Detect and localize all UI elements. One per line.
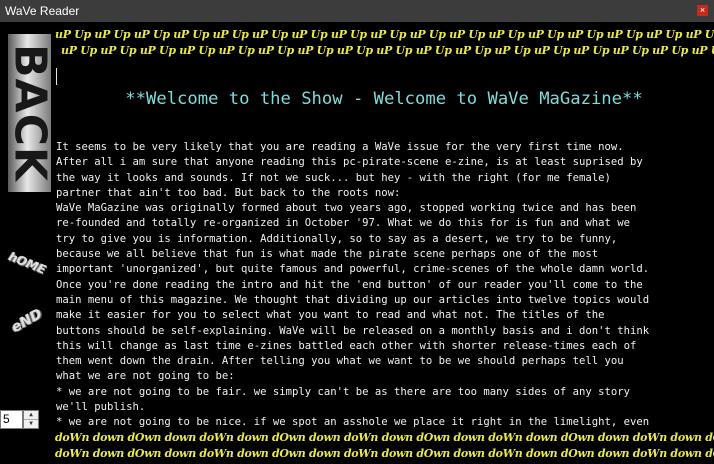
article-line: this will change as last time e-zines ba… — [56, 339, 637, 352]
down-pattern-line: doWn down dOwn down doWn down dOwn down … — [55, 447, 714, 460]
spin-down-icon[interactable]: ▼ — [24, 420, 38, 428]
title-bar: WaVe Reader × — [0, 0, 714, 22]
article-line: main menu of this magazine. We thought t… — [56, 293, 650, 306]
article-line: Once you're done reading the intro and h… — [56, 278, 643, 291]
page-number-input[interactable]: 5 — [0, 410, 23, 429]
article-heading: **Welcome to the Show - Welcome to WaVe … — [125, 89, 643, 109]
article-line: because we all believe that fun is what … — [56, 248, 599, 261]
up-pattern-line: uP Up uP Up uP Up uP Up uP Up uP Up uP U… — [55, 28, 714, 41]
back-button[interactable]: BACK — [4, 34, 55, 192]
article-line: buttons should be self-explaining. WaVe … — [56, 324, 650, 337]
article-line: try to give you is information. Addition… — [56, 232, 618, 245]
navigation-panel: BACK hOME eND — [0, 22, 55, 464]
down-pattern-line: doWn down dOwn down doWn down dOwn down … — [55, 431, 714, 444]
spin-up-icon[interactable]: ▲ — [24, 411, 38, 420]
up-pattern-line: uP Up uP Up uP Up uP Up uP Up uP Up uP U… — [61, 44, 714, 57]
article-line: It seems to be very likely that you are … — [56, 141, 624, 153]
scroll-down-area[interactable]: doWn down dOwn down doWn down dOwn down … — [55, 430, 714, 464]
close-button[interactable]: × — [697, 5, 708, 16]
article-line: re-founded and totally re-organized in O… — [56, 217, 631, 230]
article-line: * we are not going to be nice. if we spo… — [56, 416, 650, 429]
article-line: we'll publish. — [56, 401, 146, 414]
article-line: * we are not going to be fair. we simply… — [56, 385, 631, 398]
text-cursor — [56, 68, 57, 85]
home-button[interactable]: hOME — [2, 238, 51, 287]
article-line: what we are not going to be: — [56, 370, 235, 383]
article-line: partner that ain't too bad. But back to … — [56, 186, 401, 199]
end-button[interactable]: eND — [1, 295, 53, 347]
article-line: After all i am sure that anyone reading … — [56, 156, 643, 169]
article-line: the way it looks and sounds. If not we s… — [56, 171, 611, 184]
article-line: them went down the drain. After telling … — [56, 355, 624, 368]
article-line: important 'unorganized', but quite famou… — [56, 263, 650, 276]
window-title: WaVe Reader — [5, 4, 80, 18]
scroll-up-area[interactable]: uP Up uP Up uP Up uP Up uP Up uP Up uP U… — [55, 27, 714, 61]
article-line: WaVe MaGazine was originally formed abou… — [56, 202, 637, 215]
article-body: It seems to be very likely that you are … — [56, 140, 714, 430]
back-button-label: BACK — [4, 44, 55, 182]
page-spinner: ▲ ▼ — [23, 410, 39, 429]
article-line: make it easier for you to select what yo… — [56, 309, 605, 322]
